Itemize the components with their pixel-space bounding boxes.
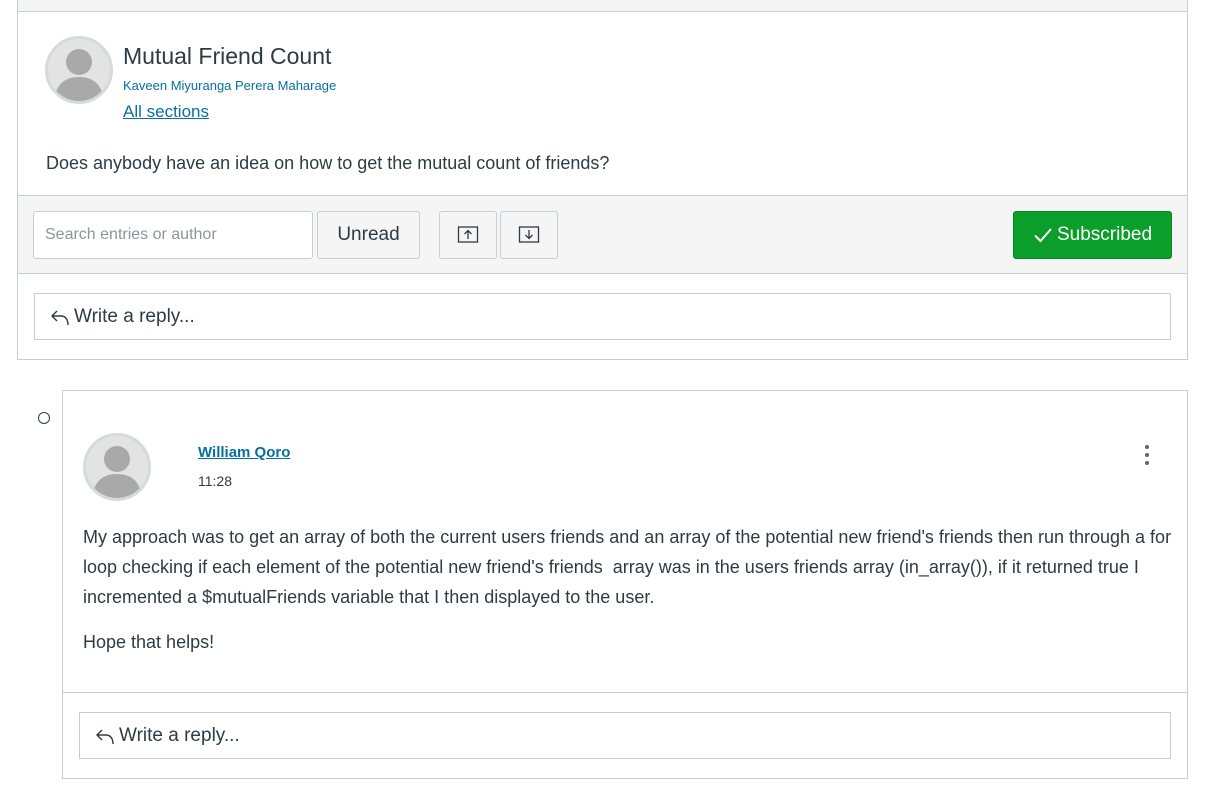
entry-message: My approach was to get an array of both … [83,522,1173,672]
person-silhouette-icon [54,49,104,101]
discussion-page: Mutual Friend Count Kaveen Miyuranga Per… [0,0,1211,793]
reply-arrow-icon [49,306,71,328]
entry-author-link[interactable]: William Qoro [198,444,290,461]
topic-title: Mutual Friend Count [123,43,332,69]
entry-write-reply[interactable]: Write a reply... [79,712,1171,759]
expand-replies-button[interactable] [500,211,558,259]
discussion-toolbar: Unread Subscribed [18,195,1187,274]
entry-read-indicator[interactable] [38,412,50,424]
entry-divider [63,692,1187,693]
topic-author-avatar [45,36,113,104]
discussion-topic: Mutual Friend Count Kaveen Miyuranga Per… [17,11,1188,360]
topic-write-reply[interactable]: Write a reply... [34,293,1171,340]
collapse-replies-button[interactable] [439,211,497,259]
entry-timestamp: 11:28 [198,473,232,489]
topic-message: Does anybody have an idea on how to get … [46,153,610,173]
subscribed-label: Subscribed [1056,224,1153,245]
write-reply-label: Write a reply... [74,305,195,327]
entry-paragraph: Hope that helps! [83,632,215,652]
checkmark-icon [1033,226,1053,244]
reply-arrow-icon [94,725,116,747]
all-sections-link[interactable]: All sections [123,102,209,122]
write-reply-label: Write a reply... [119,724,240,746]
discussion-entry: William Qoro 11:28 My approach was to ge… [62,390,1188,779]
person-silhouette-icon [92,446,142,498]
arrow-up-box-icon [457,226,479,243]
kebab-menu-icon[interactable] [1137,443,1157,467]
unread-button[interactable]: Unread [317,211,420,259]
subscribed-button[interactable]: Subscribed [1013,211,1172,259]
search-entries-input[interactable] [33,211,313,259]
entry-author-avatar [83,433,151,501]
topic-author-name[interactable]: Kaveen Miyuranga Perera Maharage [123,78,336,93]
entry-paragraph: My approach was to get an array of both … [83,527,1177,607]
arrow-down-box-icon [518,226,540,243]
